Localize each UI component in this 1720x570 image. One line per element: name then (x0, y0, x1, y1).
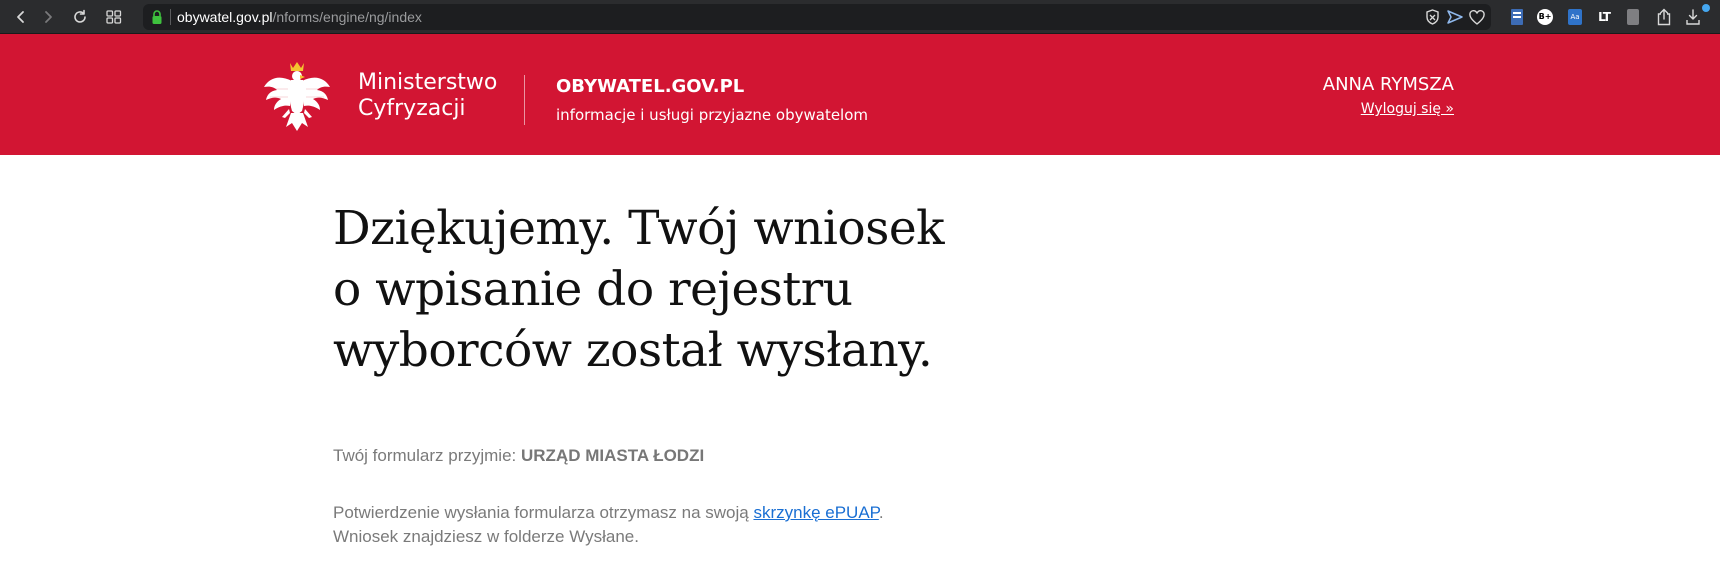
extension-gray[interactable] (1623, 7, 1643, 27)
confirmation-text-after: . (878, 503, 884, 522)
send-icon (1447, 10, 1463, 24)
browser-toolbar: obywatel.gov.pl/nforms/engine/ng/index B… (0, 0, 1720, 34)
recipient-name: URZĄD MIASTA ŁODZI (520, 446, 705, 465)
extension-languagetool[interactable]: LT (1594, 7, 1614, 27)
downloads-button[interactable] (1683, 7, 1703, 27)
url-domain: obywatel.gov.pl (177, 9, 273, 25)
forward-button[interactable] (36, 5, 60, 29)
chevron-right-icon (45, 11, 52, 23)
extension-translate[interactable]: Aa (1565, 7, 1585, 27)
chevron-left-icon (17, 11, 24, 23)
page-title-line-2: o wpisanie do rejestru (333, 262, 853, 317)
lock-icon (152, 10, 162, 24)
extension-lt-label: LT (1598, 10, 1611, 24)
extension-badge-label: B+ (1537, 9, 1553, 25)
header-divider (524, 75, 525, 125)
bookmark-icon (1511, 9, 1523, 25)
reload-button[interactable] (68, 5, 92, 29)
url-separator (170, 9, 171, 25)
logout-link[interactable]: Wyloguj się » (1361, 101, 1454, 117)
confirmation-text: Potwierdzenie wysłania formularza otrzym… (333, 503, 884, 522)
polish-eagle-emblem-icon[interactable] (262, 59, 332, 135)
back-button[interactable] (9, 5, 33, 29)
confirmation-info: Potwierdzenie wysłania formularza otrzym… (333, 501, 884, 549)
extension-badge[interactable]: B+ (1535, 7, 1555, 27)
sent-folder-info: Wniosek znajdziesz w folderze Wysłane. (333, 527, 639, 546)
ministry-line-1: Ministerstwo (358, 70, 498, 95)
download-indicator-dot (1702, 4, 1710, 12)
page-title-line-1: Dziękujemy. Twój wniosek (333, 201, 945, 256)
download-icon (1686, 9, 1700, 25)
grid-icon (106, 10, 122, 24)
user-name: ANNA RYMSZA (1322, 74, 1454, 95)
shield-icon (1425, 9, 1439, 25)
page-title: Dziękujemy. Twój wniosek o wpisanie do r… (333, 198, 1013, 381)
recipient-info: Twój formularz przyjmie: URZĄD MIASTA ŁO… (333, 445, 704, 467)
portal-name-link[interactable]: OBYWATEL.GOV.PL (556, 76, 744, 98)
ministry-line-2: Cyfryzacji (358, 96, 466, 121)
send-button[interactable] (1446, 8, 1464, 26)
url-path: /nforms/engine/ng/index (272, 9, 422, 25)
recipient-label: Twój formularz przyjmie: (333, 446, 521, 465)
favorite-button[interactable] (1468, 8, 1486, 26)
site-header (0, 34, 1720, 155)
address-bar[interactable]: obywatel.gov.pl/nforms/engine/ng/index (143, 4, 1491, 30)
epuap-inbox-link[interactable]: skrzynkę ePUAP (753, 503, 878, 522)
tab-overview-button[interactable] (102, 5, 126, 29)
page-title-line-3: wyborców został wysłany. (333, 323, 933, 378)
ministry-name[interactable]: Ministerstwo Cyfryzacji (358, 70, 497, 122)
url-text[interactable]: obywatel.gov.pl/nforms/engine/ng/index (177, 9, 422, 25)
portal-tagline: informacje i usługi przyjazne obywatelom (556, 106, 869, 124)
extension-gray-icon (1627, 9, 1639, 25)
heart-icon (1469, 9, 1485, 25)
confirmation-text-before: Potwierdzenie wysłania formularza otrzym… (333, 503, 754, 522)
extension-bookmark[interactable] (1507, 7, 1527, 27)
shield-button[interactable] (1423, 8, 1441, 26)
share-button[interactable] (1654, 7, 1674, 27)
reload-icon (74, 9, 86, 23)
share-icon (1657, 8, 1671, 26)
extension-translate-label: Aa (1568, 9, 1582, 25)
